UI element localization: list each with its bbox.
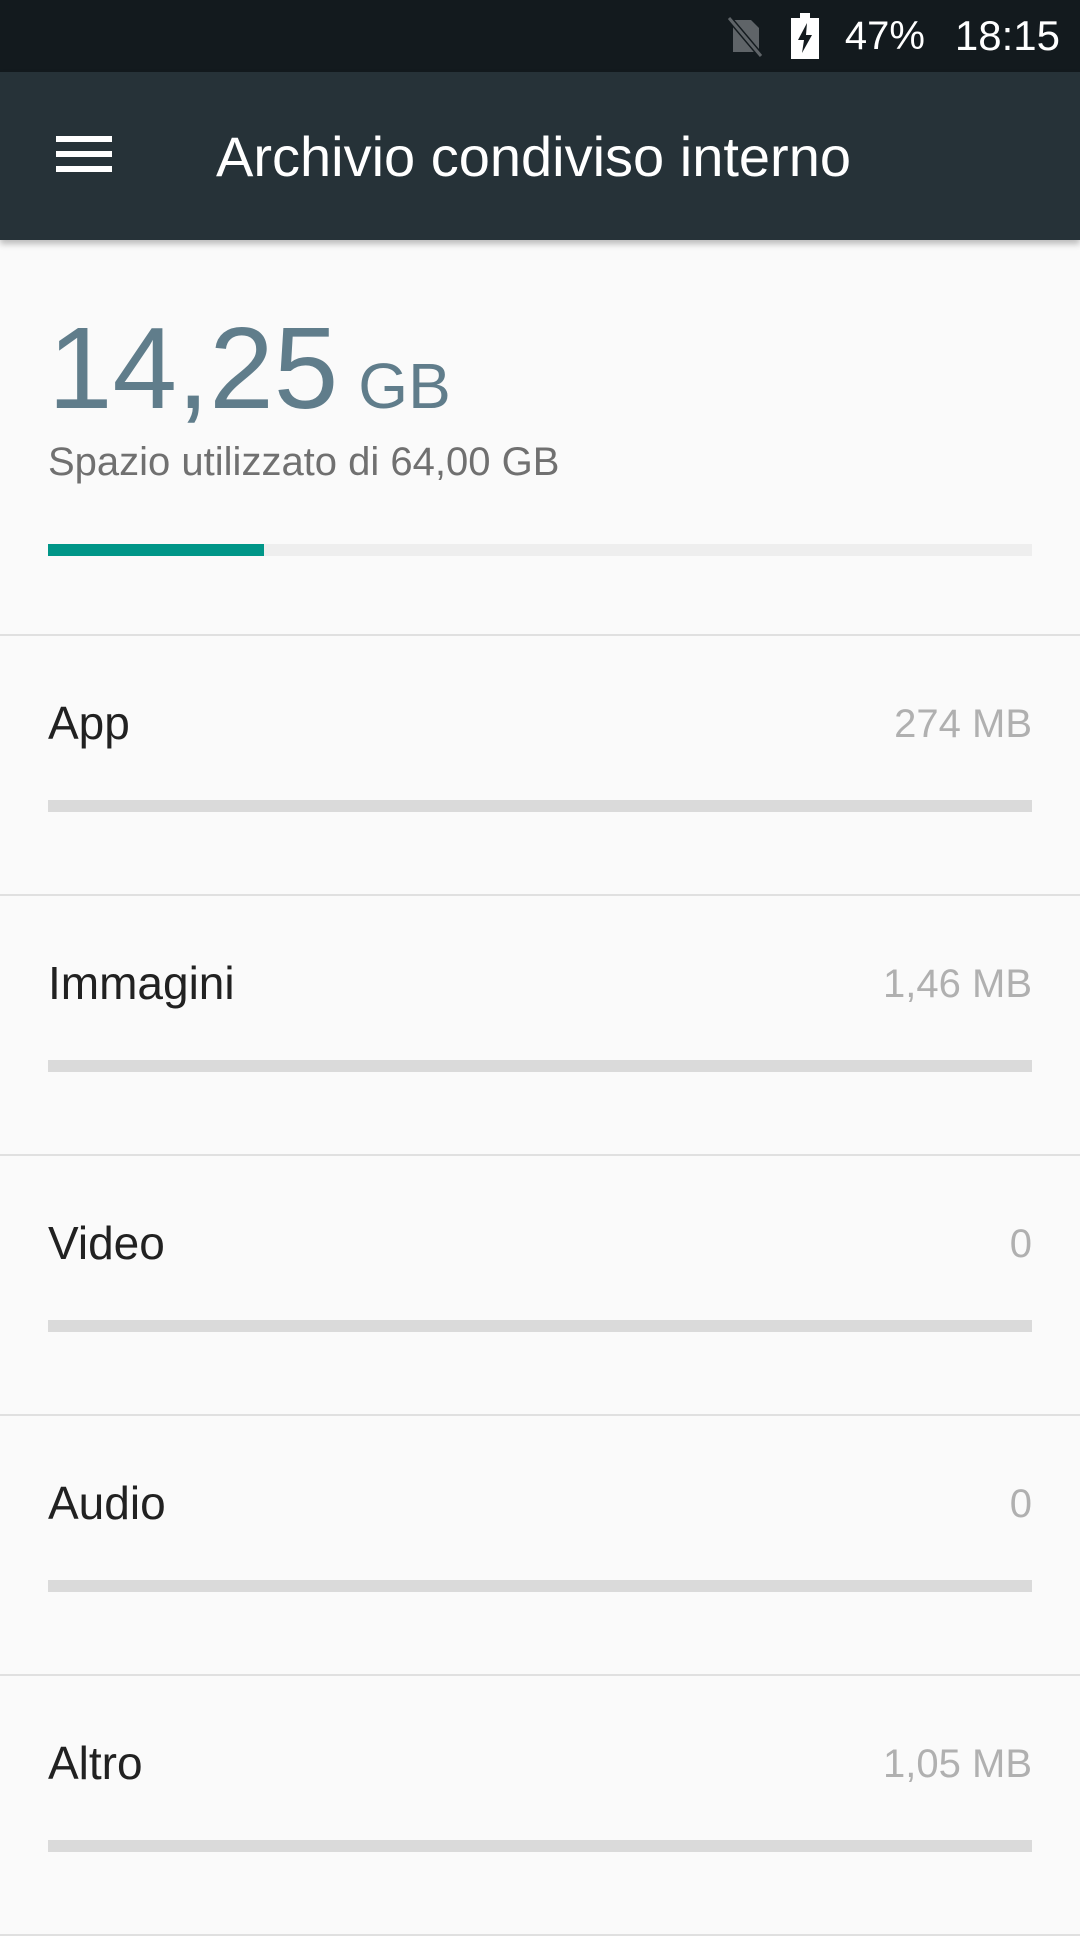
category-progress-bar — [48, 1580, 1032, 1592]
battery-charging-icon — [790, 13, 819, 59]
used-size: 14,25 GB — [48, 310, 451, 426]
storage-category-item[interactable]: Audio 0 — [0, 1416, 1080, 1676]
status-bar: 47% 18:15 — [0, 0, 1080, 72]
category-label: App — [48, 697, 130, 749]
storage-category-item[interactable]: App 274 MB — [0, 636, 1080, 896]
category-size: 274 MB — [894, 702, 1032, 746]
category-progress-bar — [48, 1060, 1032, 1072]
menu-icon — [56, 134, 112, 179]
storage-category-item[interactable]: Video 0 — [0, 1156, 1080, 1416]
category-label: Video — [48, 1217, 165, 1269]
category-label: Immagini — [48, 957, 235, 1009]
used-unit: GB — [358, 350, 451, 422]
clock: 18:15 — [954, 12, 1060, 59]
used-description: Spazio utilizzato di 64,00 GB — [48, 440, 560, 484]
storage-progress-fill — [48, 544, 265, 556]
used-value: 14,25 — [48, 303, 339, 433]
storage-content: 14,25 GB Spazio utilizzato di 64,00 GB A… — [0, 240, 1080, 1936]
page-title: Archivio condiviso interno — [216, 124, 851, 188]
category-size: 0 — [1009, 1222, 1032, 1266]
category-progress-bar — [48, 1320, 1032, 1332]
menu-button[interactable] — [0, 72, 168, 240]
no-sim-icon — [725, 14, 765, 58]
storage-category-item[interactable]: Immagini 1,46 MB — [0, 896, 1080, 1156]
category-size: 0 — [1009, 1482, 1032, 1526]
battery-percent: 47% — [844, 13, 925, 58]
app-bar: Archivio condiviso interno — [0, 72, 1080, 240]
category-label: Audio — [48, 1477, 166, 1529]
storage-category-item[interactable]: Altro 1,05 MB — [0, 1676, 1080, 1936]
category-progress-bar — [48, 800, 1032, 812]
category-label: Altro — [48, 1737, 143, 1789]
category-size: 1,05 MB — [883, 1742, 1032, 1786]
storage-progress-bar — [48, 544, 1032, 556]
category-size: 1,46 MB — [883, 962, 1032, 1006]
category-list: App 274 MB Immagini 1,46 MB Video 0 Audio 0 Altr… — [0, 636, 1080, 1936]
storage-summary: 14,25 GB Spazio utilizzato di 64,00 GB — [0, 240, 1080, 636]
category-progress-bar — [48, 1840, 1032, 1852]
